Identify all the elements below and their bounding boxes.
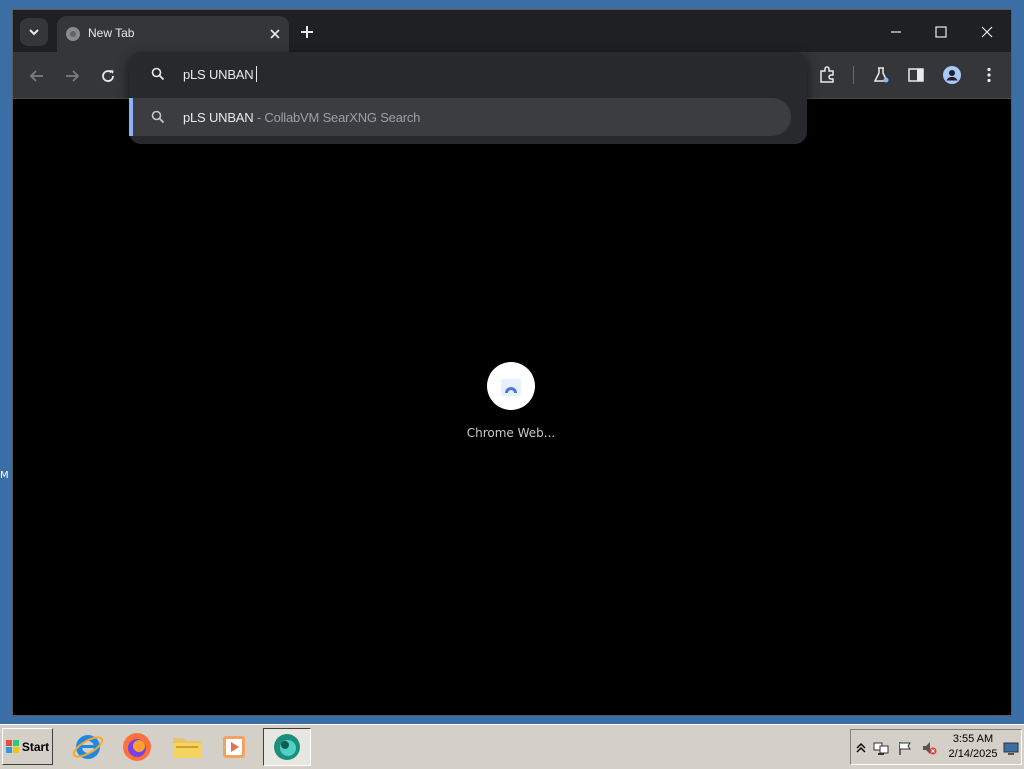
back-arrow-icon[interactable]: [27, 66, 47, 86]
media-player-icon[interactable]: [218, 730, 252, 764]
new-tab-plus-icon[interactable]: [298, 23, 316, 41]
firefox-icon[interactable]: [120, 730, 154, 764]
omnibox-input[interactable]: pLS UNBAN: [129, 52, 807, 96]
edge-browser-icon: [274, 734, 300, 760]
maximize-icon[interactable]: [931, 22, 951, 42]
windows-logo-icon: [5, 739, 19, 753]
search-icon: [151, 67, 165, 81]
reload-icon[interactable]: [98, 66, 118, 86]
chrome-web-store-icon: [501, 379, 521, 396]
suggestion-description: - CollabVM SearXNG Search: [253, 110, 421, 125]
taskbar: Start 3:55 AM 2/14/2025: [0, 724, 1024, 769]
taskbar-active-app[interactable]: [263, 728, 311, 766]
show-desktop-icon[interactable]: [1003, 740, 1019, 756]
system-tray: 3:55 AM 2/14/2025: [850, 729, 1022, 765]
omnibox-suggestion[interactable]: pLS UNBAN - CollabVM SearXNG Search: [129, 98, 791, 136]
extensions-puzzle-icon[interactable]: [817, 65, 837, 85]
internet-explorer-icon[interactable]: [71, 730, 105, 764]
omnibox-value: pLS UNBAN: [183, 67, 254, 82]
show-hidden-icons-chevron-icon[interactable]: [853, 740, 869, 756]
chrome-window: New Tab pLS UNBAN pLS UNBAN - CollabVM S…: [12, 9, 1012, 716]
chevron-down-icon: [29, 29, 39, 36]
toolbar-divider: [853, 66, 854, 84]
suggestion-text: pLS UNBAN - CollabVM SearXNG Search: [183, 110, 420, 125]
shortcut-tile: [487, 362, 535, 410]
omnibox-text[interactable]: pLS UNBAN: [183, 66, 258, 82]
globe-icon: [66, 27, 80, 41]
volume-muted-icon[interactable]: [921, 740, 937, 756]
close-icon[interactable]: [267, 26, 283, 42]
desktop-edge-text: M: [0, 470, 9, 481]
suggestion-query: pLS UNBAN: [183, 110, 254, 125]
tab-new-tab[interactable]: New Tab: [57, 16, 289, 52]
suggestion-selected-indicator: [129, 98, 133, 136]
start-label: Start: [21, 739, 50, 754]
menu-dots-icon[interactable]: [979, 65, 999, 85]
shortcut-chrome-web-store[interactable]: Chrome Web...: [461, 362, 561, 452]
minimize-icon[interactable]: [886, 22, 906, 42]
tab-title: New Tab: [88, 26, 135, 40]
search-icon: [151, 110, 165, 124]
text-caret: [256, 66, 258, 82]
action-center-flag-icon[interactable]: [897, 740, 913, 756]
clock-time[interactable]: 3:55 AM: [943, 733, 1003, 745]
start-button[interactable]: Start: [2, 728, 53, 765]
shortcut-label: Chrome Web...: [466, 426, 556, 440]
network-icon[interactable]: [873, 740, 889, 756]
forward-arrow-icon[interactable]: [62, 66, 82, 86]
tab-search-button[interactable]: [20, 18, 48, 46]
close-window-icon[interactable]: [977, 22, 997, 42]
file-explorer-folder-icon[interactable]: [170, 730, 204, 764]
omnibox-popup: pLS UNBAN pLS UNBAN - CollabVM SearXNG S…: [129, 52, 807, 144]
side-panel-icon[interactable]: [906, 65, 926, 85]
profile-avatar-icon[interactable]: [942, 65, 962, 85]
clock-date[interactable]: 2/14/2025: [943, 748, 1003, 760]
title-bar: New Tab: [13, 10, 1011, 52]
labs-flask-icon[interactable]: [871, 65, 891, 85]
